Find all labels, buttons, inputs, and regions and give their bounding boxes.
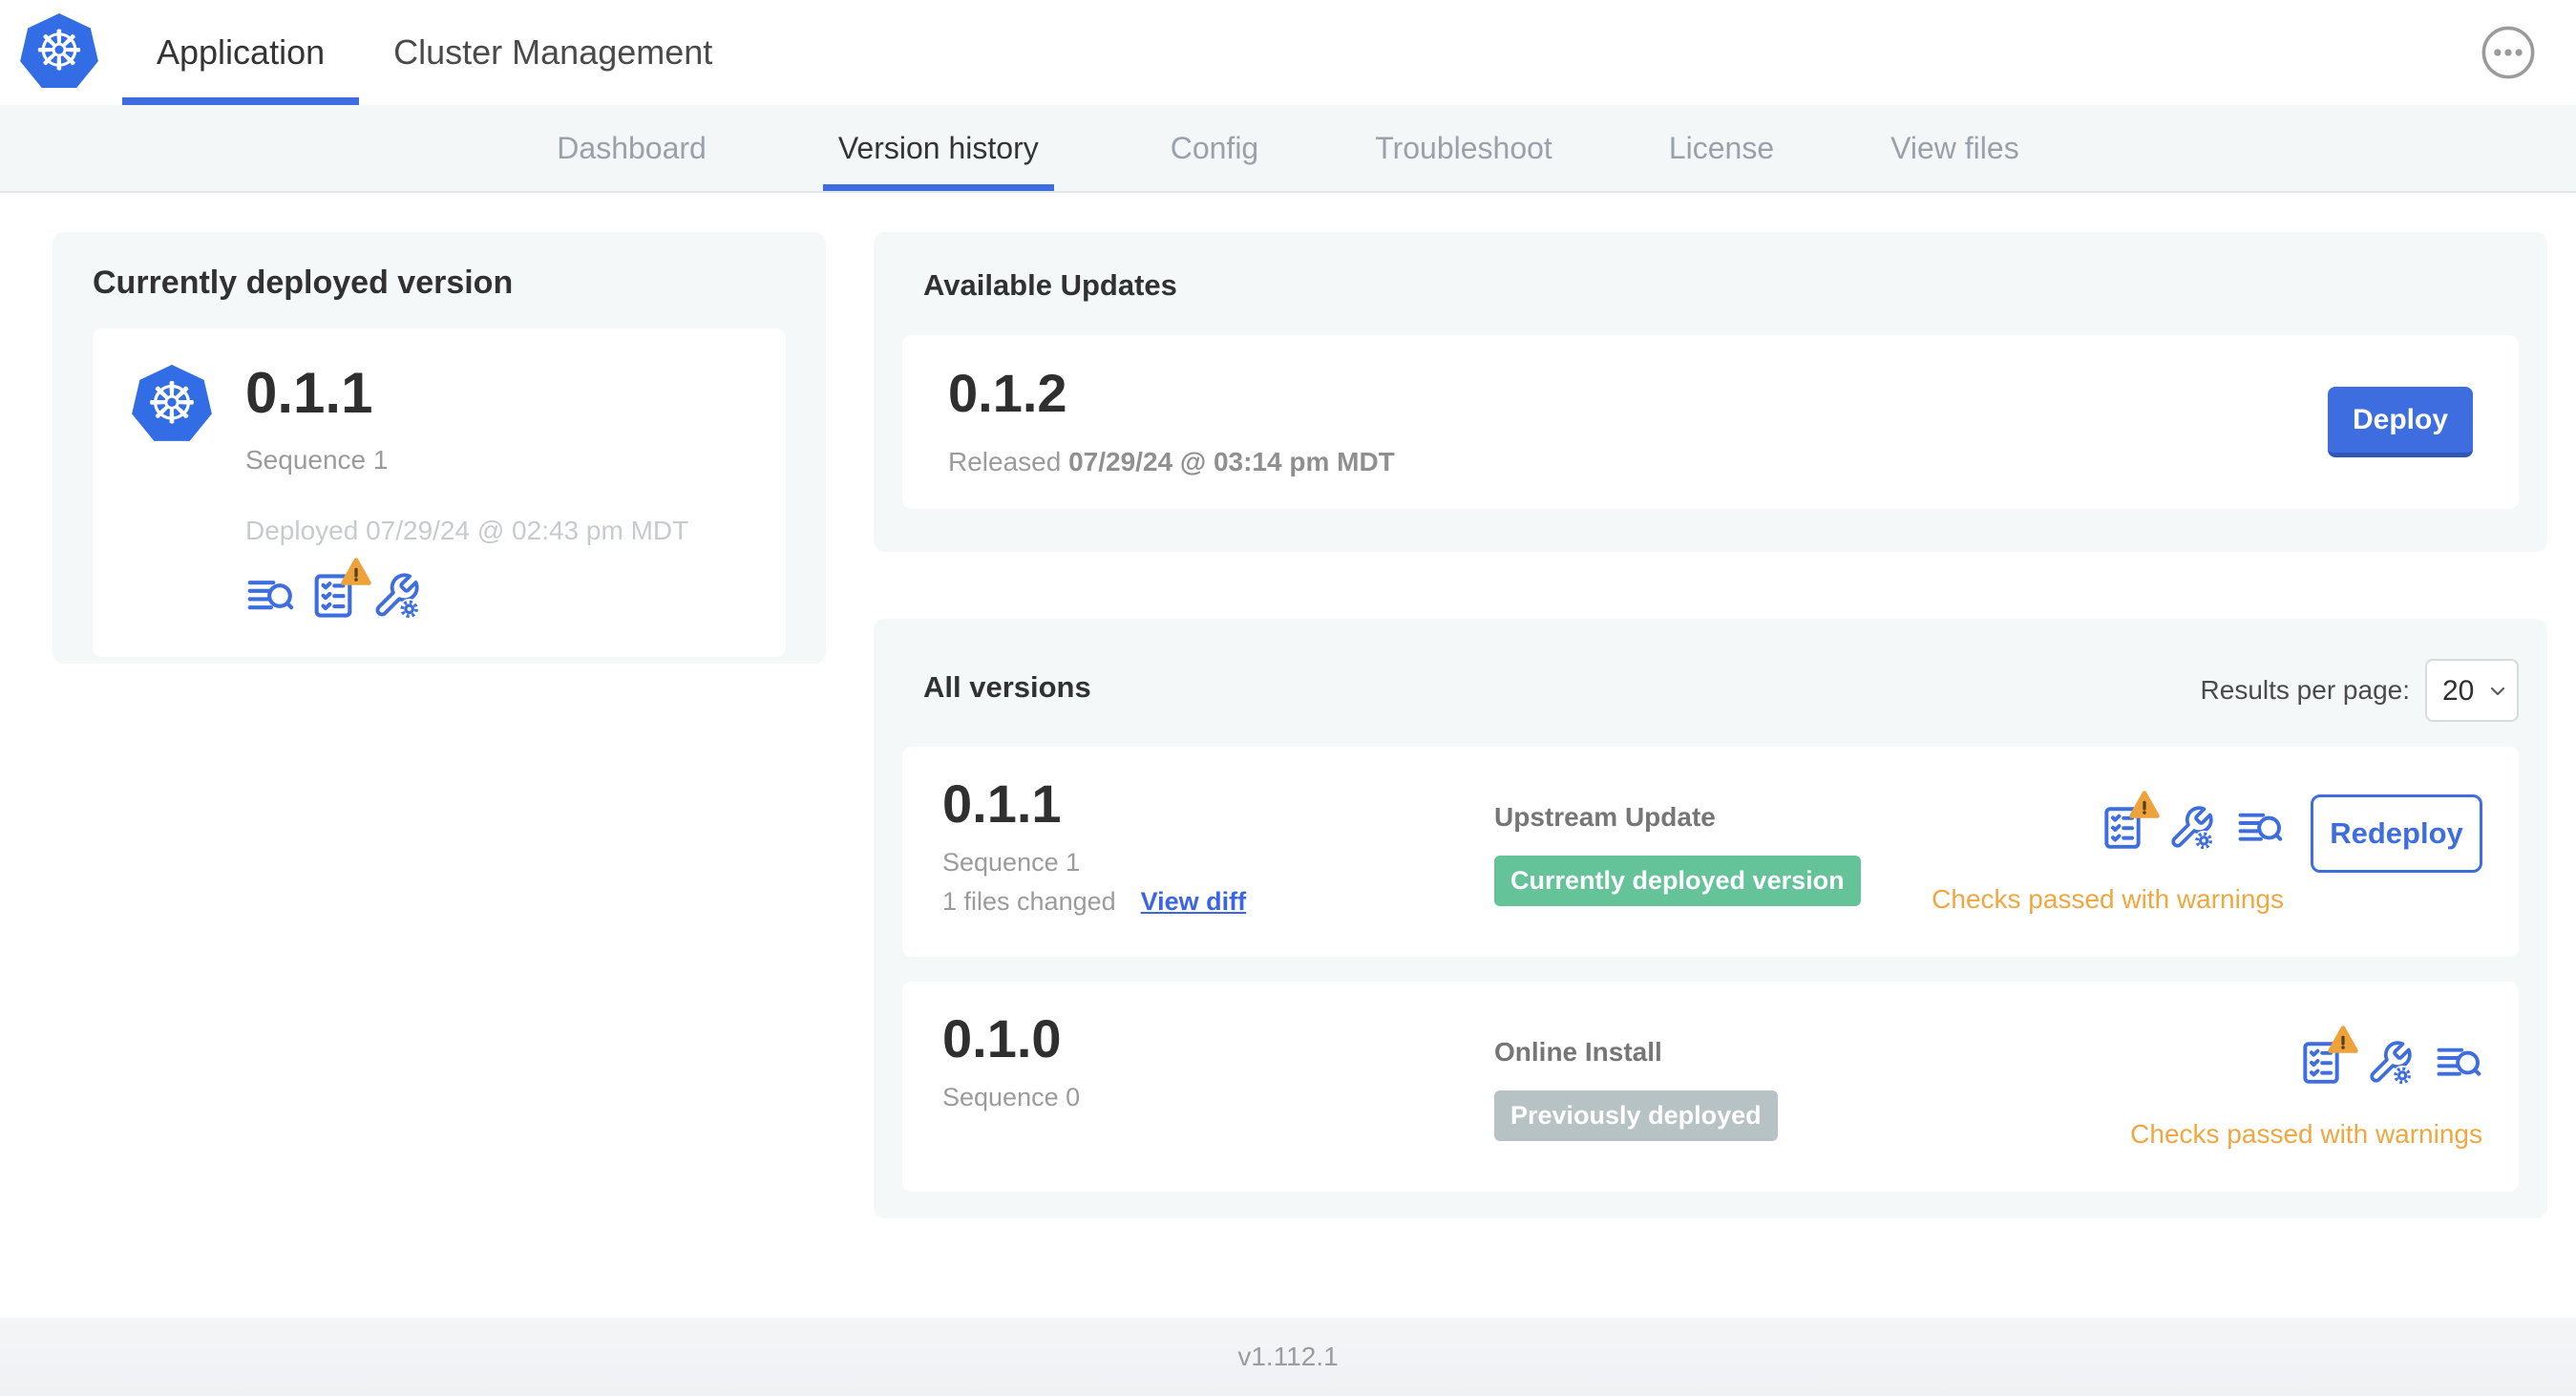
available-update-row: 0.1.2 Released 07/29/24 @ 03:14 pm MDT D… xyxy=(902,335,2519,509)
tab-application[interactable]: Application xyxy=(122,0,360,105)
version-source: Online Install xyxy=(1494,1037,1662,1067)
update-version-number: 0.1.2 xyxy=(948,363,1067,423)
deployed-version-number: 0.1.1 xyxy=(245,361,373,425)
icon-row xyxy=(2099,804,2284,852)
deploy-button[interactable]: Deploy xyxy=(2328,387,2473,457)
results-per-page-select[interactable]: 20 xyxy=(2425,659,2519,722)
tab-dashboard[interactable]: Dashboard xyxy=(557,105,707,191)
kubernetes-wheel-icon: ☸ xyxy=(34,20,84,82)
primary-nav: Application Cluster Management xyxy=(122,0,747,105)
tab-dashboard-label: Dashboard xyxy=(557,130,707,165)
tab-cluster-management-label: Cluster Management xyxy=(393,32,713,72)
results-per-page-label: Results per page: xyxy=(2200,675,2410,705)
deployed-version-actions xyxy=(245,571,688,621)
tab-version-history[interactable]: Version history xyxy=(822,105,1054,191)
logs-icon[interactable] xyxy=(2236,804,2284,852)
logs-icon[interactable] xyxy=(245,571,295,621)
tab-cluster-management[interactable]: Cluster Management xyxy=(359,0,747,105)
kubernetes-logo: ☸ xyxy=(20,13,98,88)
status-badge: Currently deployed version xyxy=(1494,856,1861,906)
results-per-page-select-box: 20 xyxy=(2425,659,2519,722)
currently-deployed-version-panel: ☸ 0.1.1 Sequence 1 Deployed 07/29/24 @ 0… xyxy=(93,328,786,657)
version-number: 0.1.1 xyxy=(942,773,1062,834)
version-action-icons: Checks passed with warnings xyxy=(1932,804,2284,915)
app-subnav: Dashboard Version history Config Trouble… xyxy=(0,105,2576,193)
all-versions-title: All versions xyxy=(923,670,1091,704)
preflight-checks-warning-icon[interactable] xyxy=(2099,804,2146,852)
version-row-0-1-1: 0.1.1 Sequence 1 1 files changed View di… xyxy=(902,747,2519,957)
version-sequence: Sequence 0 xyxy=(942,1083,1081,1111)
tab-view-files[interactable]: View files xyxy=(1890,105,2019,191)
admin-console-app: ☸ Application Cluster Management Dashboa… xyxy=(0,0,2576,1396)
deployed-sequence: Sequence 1 xyxy=(245,445,389,475)
version-info: 0.1.0 Sequence 0 xyxy=(942,1012,1080,1112)
update-released-line: Released 07/29/24 @ 03:14 pm MDT xyxy=(948,447,1395,477)
tab-troubleshoot[interactable]: Troubleshoot xyxy=(1375,105,1552,191)
preflight-checks-warning-icon[interactable] xyxy=(308,571,358,621)
currently-deployed-title: Currently deployed version xyxy=(93,264,514,301)
version-source-block: Upstream Update Currently deployed versi… xyxy=(1494,802,1861,906)
tab-license-label: License xyxy=(1668,130,1775,165)
version-sequence: Sequence 1 xyxy=(942,848,1081,877)
available-updates-card: Available Updates 0.1.2 Released 07/29/2… xyxy=(874,232,2547,552)
config-icon[interactable] xyxy=(371,571,421,621)
version-info: 0.1.1 Sequence 1 1 files changed View di… xyxy=(942,777,1246,917)
checks-status-text: Checks passed with warnings xyxy=(1932,884,2284,914)
update-info: 0.1.2 Released 07/29/24 @ 03:14 pm MDT xyxy=(948,367,1395,477)
version-action-icons: Checks passed with warnings xyxy=(2130,1039,2482,1150)
top-header: ☸ Application Cluster Management xyxy=(0,0,2576,105)
currently-deployed-card: Currently deployed version ☸ 0.1.1 Seque… xyxy=(53,232,826,664)
logs-icon[interactable] xyxy=(2435,1039,2482,1087)
all-versions-card: All versions Results per page: 20 0.1.1 … xyxy=(874,619,2547,1218)
released-timestamp: 07/29/24 @ 03:14 pm MDT xyxy=(1068,447,1395,476)
config-icon[interactable] xyxy=(2366,1039,2414,1087)
checks-status-text: Checks passed with warnings xyxy=(2130,1119,2482,1149)
config-icon[interactable] xyxy=(2167,804,2215,852)
redeploy-button[interactable]: Redeploy xyxy=(2311,794,2482,873)
version-number: 0.1.0 xyxy=(942,1008,1062,1068)
warning-triangle-icon xyxy=(339,556,373,590)
tab-troubleshoot-label: Troubleshoot xyxy=(1375,130,1552,165)
deployed-version-info: 0.1.1 Sequence 1 Deployed 07/29/24 @ 02:… xyxy=(245,365,688,621)
version-row-0-1-0: 0.1.0 Sequence 0 Online Install Previous… xyxy=(902,982,2519,1192)
files-changed-label: 1 files changed xyxy=(942,887,1116,916)
all-versions-header: All versions Results per page: 20 xyxy=(902,645,2519,722)
kubernetes-wheel-icon: ☸ xyxy=(146,371,198,435)
tab-application-label: Application xyxy=(157,32,326,72)
console-version: v1.112.1 xyxy=(1237,1342,1339,1371)
version-actions: Checks passed with warnings Redeploy xyxy=(1932,804,2482,915)
icon-row xyxy=(2297,1039,2482,1087)
footer: v1.112.1 xyxy=(0,1318,2576,1396)
available-updates-title: Available Updates xyxy=(923,268,1177,302)
warning-triangle-icon xyxy=(2127,789,2162,823)
warning-triangle-icon xyxy=(2326,1024,2360,1058)
tab-config-label: Config xyxy=(1170,130,1259,165)
tab-version-history-label: Version history xyxy=(837,130,1039,165)
deployed-timestamp: Deployed 07/29/24 @ 02:43 pm MDT xyxy=(245,516,689,545)
tab-config[interactable]: Config xyxy=(1171,105,1259,191)
view-diff-link[interactable]: View diff xyxy=(1141,887,1247,917)
version-source: Upstream Update xyxy=(1494,802,1716,832)
preflight-checks-warning-icon[interactable] xyxy=(2297,1039,2345,1087)
tab-view-files-label: View files xyxy=(1890,130,2019,165)
version-source-block: Online Install Previously deployed xyxy=(1494,1037,1778,1141)
version-actions: Checks passed with warnings xyxy=(2130,1039,2482,1150)
status-badge: Previously deployed xyxy=(1494,1090,1778,1141)
app-logo: ☸ xyxy=(132,365,212,441)
ellipsis-menu-icon[interactable] xyxy=(2481,25,2536,80)
tab-license[interactable]: License xyxy=(1669,105,1774,191)
released-label: Released xyxy=(948,447,1062,476)
files-changed-line: 1 files changed View diff xyxy=(942,887,1246,917)
